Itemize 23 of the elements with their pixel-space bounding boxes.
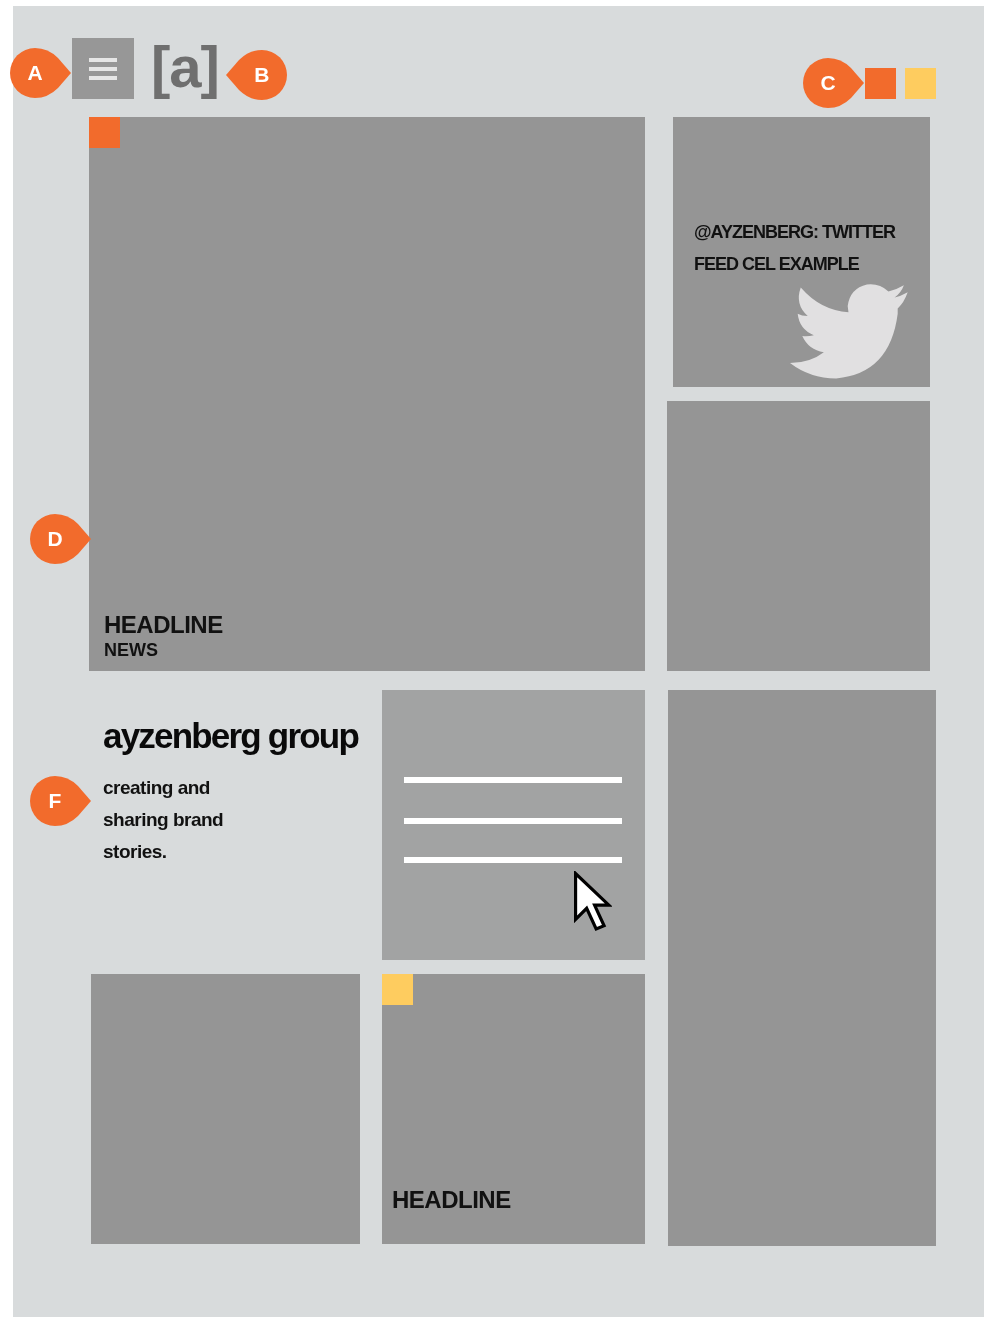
content-tile[interactable]	[668, 690, 936, 1246]
callout-marker: F	[30, 776, 92, 826]
brand-title: ayzenberg group	[103, 715, 360, 757]
headline: HEADLINE	[104, 611, 223, 639]
category-label: NEWS	[104, 639, 159, 661]
callout-marker: C	[803, 58, 865, 108]
menu-tile[interactable]	[382, 690, 645, 960]
color-swatch[interactable]	[905, 68, 936, 99]
twitter-tile[interactable]: @AYZENBERG: TWITTER FEED CEL EXAMPLE	[673, 117, 930, 387]
menu-icon	[89, 57, 117, 80]
menu-button[interactable]	[72, 38, 134, 99]
content-tile[interactable]	[91, 974, 360, 1244]
tagline: creating and sharing brand stories.	[103, 776, 225, 864]
content-tile[interactable]	[667, 401, 930, 671]
color-swatch[interactable]	[865, 68, 896, 99]
story-tile[interactable]: HEADLINE	[382, 974, 645, 1244]
headline: HEADLINE	[392, 1186, 511, 1214]
callout-marker: A	[10, 48, 72, 98]
feature-tile[interactable]: HEADLINE NEWS	[89, 117, 645, 671]
tweet-text: @AYZENBERG: TWITTER FEED CEL EXAMPLE	[694, 221, 897, 276]
cursor-icon	[574, 871, 612, 933]
callout-marker: D	[30, 514, 92, 564]
callout-marker: B	[224, 50, 287, 100]
